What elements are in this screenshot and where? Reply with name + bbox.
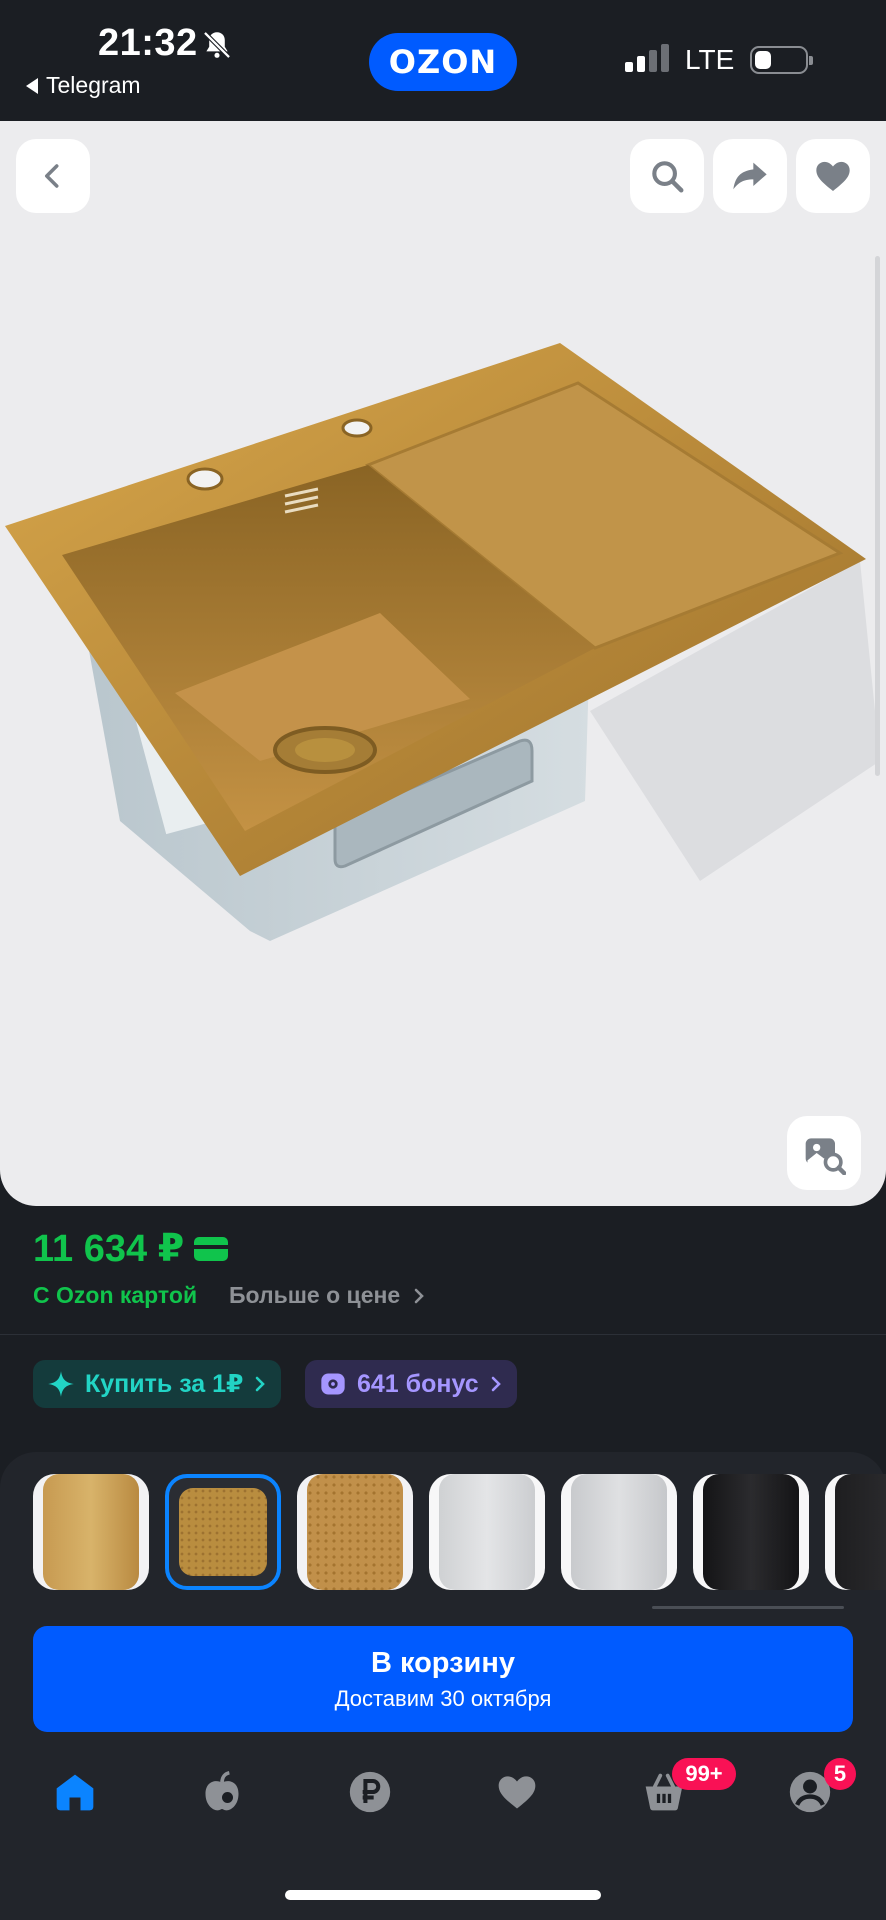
swatch-color: [571, 1474, 667, 1590]
buy-for-one-ruble-button[interactable]: Купить за 1₽: [33, 1360, 282, 1408]
back-triangle-icon: [26, 77, 38, 94]
sparkle-icon: [48, 1371, 74, 1397]
search-icon: [652, 161, 684, 193]
chevron-left-icon: [45, 164, 59, 188]
price-value: 11 634 ₽: [33, 1228, 185, 1270]
divider: [0, 1334, 886, 1335]
swatch-scroll-indicator: [652, 1606, 844, 1609]
share-button[interactable]: [713, 139, 787, 213]
home-icon: [56, 1774, 94, 1811]
swatch-color: [703, 1474, 799, 1590]
clock: 21:32: [98, 22, 198, 64]
buy-for-one-ruble-label: Купить за 1₽: [85, 1370, 244, 1398]
swatch-color: [439, 1474, 535, 1590]
swatch-color: [835, 1474, 886, 1590]
variant-swatch[interactable]: [429, 1474, 545, 1590]
more-about-price-label: Больше о цене: [229, 1282, 401, 1308]
tab-favorites[interactable]: [493, 1768, 541, 1816]
status-bar: 21:32 Telegram OZON LTE: [0, 0, 886, 121]
visual-search-button[interactable]: [787, 1116, 861, 1190]
cart-count-badge: 99+: [672, 1758, 736, 1790]
swatch-color: [307, 1474, 403, 1590]
variant-swatch[interactable]: [297, 1474, 413, 1590]
price: 11 634 ₽: [33, 1226, 229, 1271]
tab-home[interactable]: [51, 1768, 99, 1816]
bell-off-icon: [203, 31, 231, 59]
tab-fresh[interactable]: [198, 1768, 246, 1816]
variant-swatches[interactable]: [33, 1474, 886, 1590]
chevron-right-icon: [414, 1288, 425, 1303]
product-image-sink: [5, 343, 880, 941]
add-to-cart-label: В корзину: [370, 1646, 516, 1679]
bonus-coin-icon: [321, 1373, 345, 1395]
price-block: 11 634 ₽ С Ozon картой Больше о цене Куп…: [0, 1206, 886, 1434]
back-app-label: Telegram: [46, 72, 141, 98]
swatch-color: [43, 1474, 139, 1590]
bonus-label: 641 бонус: [357, 1369, 479, 1398]
add-to-cart-button[interactable]: В корзину Доставим 30 октября: [33, 1626, 853, 1732]
swatch-color: [179, 1488, 267, 1576]
share-icon: [733, 162, 767, 190]
heart-icon: [498, 1776, 536, 1809]
image-search-icon: [805, 1138, 846, 1175]
bonus-button[interactable]: 641 бонус: [305, 1360, 517, 1408]
cellular-signal-icon: [625, 44, 669, 72]
fresh-apple-icon: [205, 1770, 239, 1811]
product-image-gallery[interactable]: [0, 121, 886, 1206]
network-type: LTE: [685, 44, 735, 75]
home-indicator[interactable]: [285, 1890, 601, 1900]
search-button[interactable]: [630, 139, 704, 213]
variant-swatch-selected[interactable]: [165, 1474, 281, 1590]
tab-finance[interactable]: [346, 1768, 394, 1816]
variant-swatch[interactable]: [825, 1474, 886, 1590]
ozon-card-icon: [194, 1236, 229, 1261]
gallery-scroll-indicator: [875, 256, 880, 776]
back-button[interactable]: [16, 139, 90, 213]
more-about-price-link[interactable]: Больше о цене: [229, 1282, 426, 1309]
chevron-right-icon: [256, 1376, 266, 1392]
favorite-button[interactable]: [796, 139, 870, 213]
bottom-tab-bar: 99+ 5: [0, 1746, 886, 1856]
back-to-app-link[interactable]: Telegram: [26, 72, 141, 99]
variant-swatch[interactable]: [693, 1474, 809, 1590]
variant-swatch[interactable]: [33, 1474, 149, 1590]
delivery-date: Доставим 30 октября: [334, 1685, 552, 1711]
chevron-right-icon: [491, 1376, 501, 1392]
ozon-logo: OZON: [369, 33, 517, 91]
heart-icon: [816, 161, 850, 191]
profile-notification-badge: 5: [824, 1758, 856, 1790]
battery-icon: [750, 46, 813, 74]
ruble-circle-icon: [349, 1771, 391, 1813]
ozon-card-label: С Ozon картой: [33, 1282, 198, 1308]
variant-swatch[interactable]: [561, 1474, 677, 1590]
